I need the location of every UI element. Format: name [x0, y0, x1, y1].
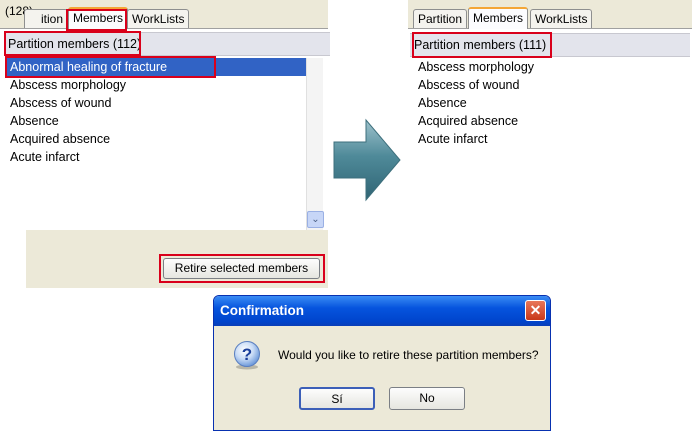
scroll-down-button[interactable]: ⌄ [307, 211, 324, 228]
list-item[interactable]: Acquired absence [6, 130, 306, 148]
right-header-highlight [412, 32, 552, 58]
question-icon: ? [234, 341, 260, 370]
dialog-message: Would you like to retire these partition… [278, 348, 539, 362]
list-item[interactable]: Acquired absence [414, 112, 684, 130]
left-header-highlight [4, 31, 141, 56]
right-members-list: Abscess morphology Abscess of wound Abse… [414, 58, 684, 196]
yes-button[interactable]: Sí [299, 387, 375, 410]
list-item[interactable]: Abscess of wound [6, 94, 306, 112]
dialog-titlebar[interactable]: Confirmation ✕ [214, 296, 550, 326]
left-tab-strip: (128) ition Members WorkLists [0, 0, 328, 29]
list-item[interactable]: Absence [414, 94, 684, 112]
no-button[interactable]: No [389, 387, 465, 410]
list-item[interactable]: Absence [6, 112, 306, 130]
list-item[interactable]: Abscess of wound [414, 76, 684, 94]
list-item[interactable]: Abscess morphology [414, 58, 684, 76]
retire-button-highlight [159, 254, 325, 283]
tab-partition-left[interactable]: ition [24, 9, 69, 28]
right-partition-panel: Partition Members WorkLists Partition me… [404, 0, 694, 200]
left-partition-panel: (128) ition Members WorkLists Partition … [0, 0, 330, 290]
selected-item-highlight [5, 56, 216, 78]
dialog-title: Confirmation [220, 303, 304, 318]
svg-text:?: ? [242, 345, 252, 364]
right-arrow-icon [333, 118, 401, 202]
transition-arrow [332, 112, 402, 207]
list-item[interactable]: Abscess morphology [6, 76, 306, 94]
list-item[interactable]: Acute infarct [6, 148, 306, 166]
right-tab-strip: Partition Members WorkLists [408, 0, 692, 29]
left-members-list: Abnormal healing of fracture Abscess mor… [6, 58, 306, 216]
tab-worklists-left[interactable]: WorkLists [127, 9, 190, 28]
list-item[interactable]: Acute infarct [414, 130, 684, 148]
tab-partition-right[interactable]: Partition [413, 9, 468, 28]
left-scrollbar[interactable]: ⌄ [306, 58, 324, 230]
tab-worklists-right[interactable]: WorkLists [530, 9, 593, 28]
confirmation-dialog: Confirmation ✕ ? Would you like to retir… [213, 295, 551, 431]
close-icon[interactable]: ✕ [525, 300, 546, 321]
members-tab-highlight [66, 9, 127, 31]
tab-members-right[interactable]: Members [468, 7, 529, 29]
